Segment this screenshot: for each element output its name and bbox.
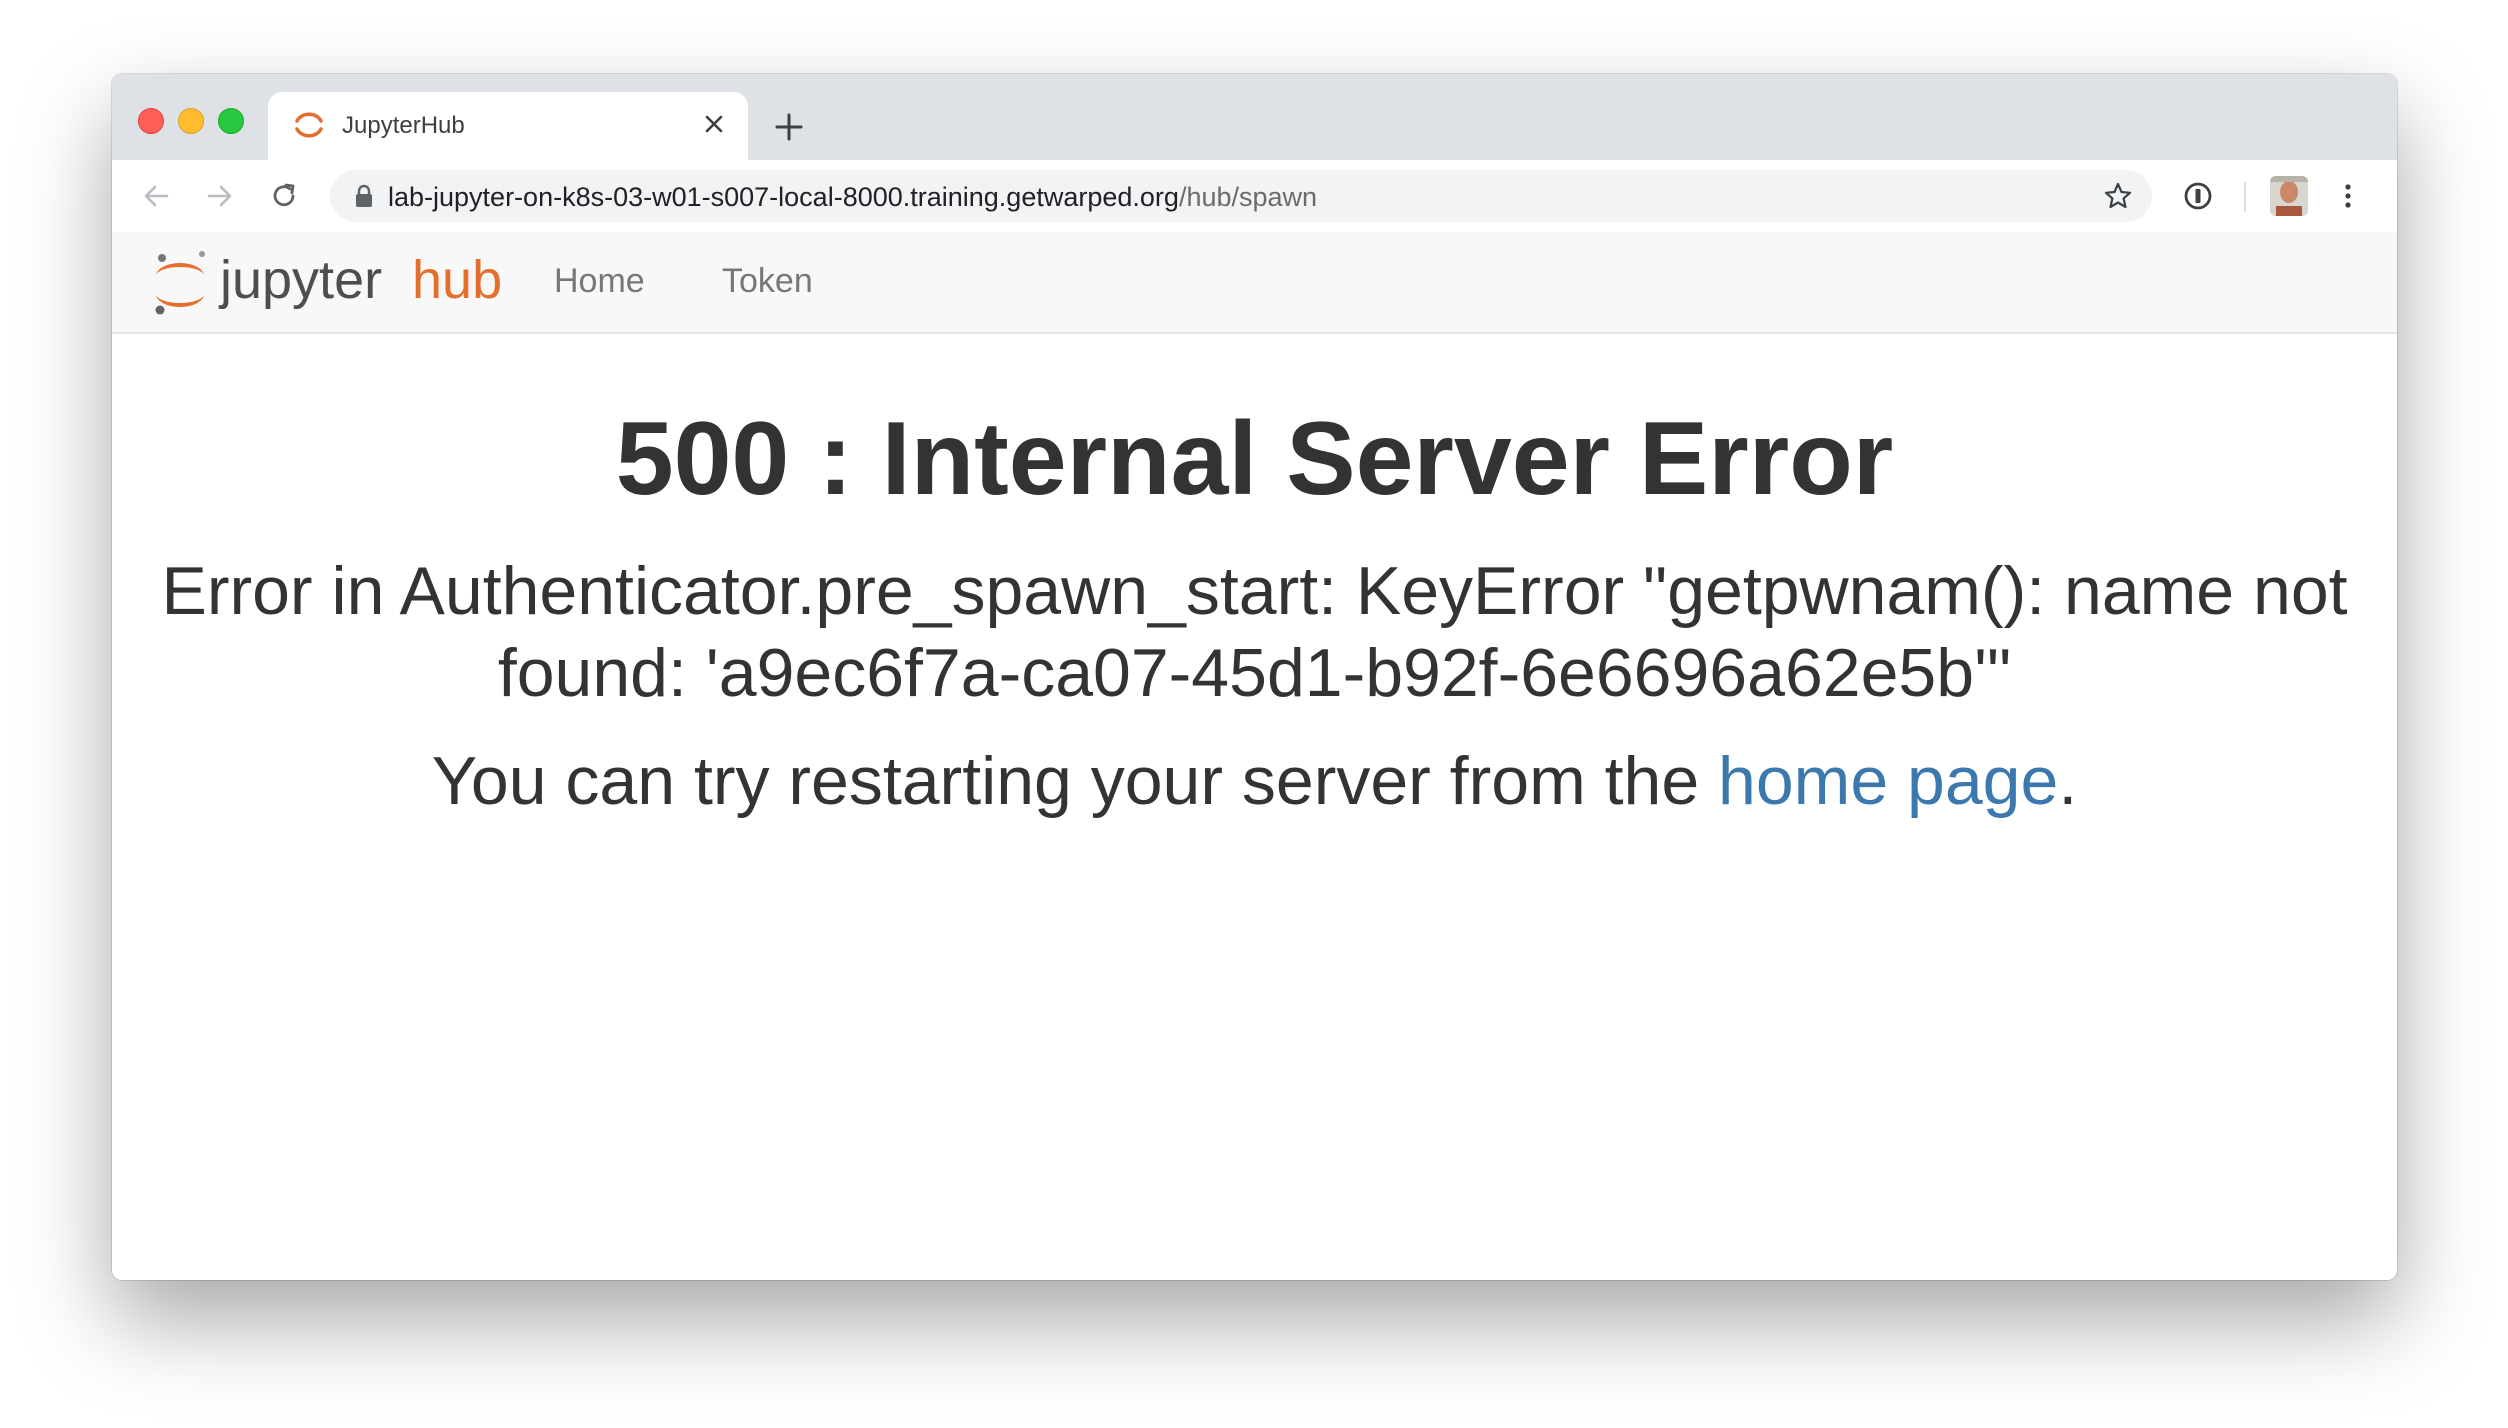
more-vertical-icon[interactable] xyxy=(2330,178,2366,214)
jupyter-logo-icon: jupyter hub xyxy=(155,250,502,315)
toolbar-divider xyxy=(2244,182,2246,212)
jupyterhub-navbar: jupyter hub Home Token xyxy=(112,232,2397,334)
close-window-button[interactable] xyxy=(138,108,164,134)
tab-title: JupyterHub xyxy=(342,112,465,139)
nav-link-home[interactable]: Home xyxy=(554,262,645,301)
tab-strip: JupyterHub xyxy=(112,74,2397,160)
jupyter-favicon-icon xyxy=(295,112,323,138)
error-hint-suffix: . xyxy=(2058,742,2078,819)
error-hint: You can try restarting your server from … xyxy=(112,740,2397,822)
address-bar[interactable]: lab-jupyter-on-k8s-03-w01-s007-local-800… xyxy=(330,170,2152,222)
star-icon[interactable] xyxy=(2102,180,2134,212)
jupyterhub-logo[interactable]: jupyter hub xyxy=(150,248,510,320)
home-page-link[interactable]: home page xyxy=(1718,743,2058,819)
url-host: lab-jupyter-on-k8s-03-w01-s007-local-800… xyxy=(388,182,1179,212)
profile-photo-icon xyxy=(2270,176,2308,216)
password-manager-icon[interactable] xyxy=(2180,178,2216,214)
url-path: /hub/spawn xyxy=(1178,182,1318,212)
tab-jupyterhub[interactable]: JupyterHub xyxy=(268,92,748,160)
nav-link-token[interactable]: Token xyxy=(722,262,813,301)
error-title: 500 : Internal Server Error xyxy=(615,401,1894,517)
browser-window: JupyterHub lab-jupyter-on-k8s-03-w01-s00… xyxy=(112,74,2397,1280)
browser-toolbar: lab-jupyter-on-k8s-03-w01-s007-local-800… xyxy=(112,160,2397,234)
page-content: jupyter hub Home Token 500 : Internal Se… xyxy=(112,232,2397,1280)
error-hint-prefix: You can try restarting your server from … xyxy=(431,742,1719,819)
lock-icon xyxy=(356,184,372,207)
arrow-right-icon[interactable] xyxy=(202,178,238,214)
avatar[interactable] xyxy=(2270,176,2308,216)
logo-text-hub: hub xyxy=(412,250,502,310)
plus-icon[interactable] xyxy=(772,110,806,144)
url-text[interactable]: lab-jupyter-on-k8s-03-w01-s007-local-800… xyxy=(388,182,1317,213)
error-message: Error in Authenticator.pre_spawn_start: … xyxy=(161,552,2348,711)
reload-icon[interactable] xyxy=(266,178,302,214)
close-icon[interactable] xyxy=(698,108,730,140)
logo-text-jupyter: jupyter xyxy=(218,250,382,310)
zoom-window-button[interactable] xyxy=(218,108,244,134)
error-container: 500 : Internal Server Error Error in Aut… xyxy=(112,332,2397,822)
minimize-window-button[interactable] xyxy=(178,108,204,134)
arrow-left-icon[interactable] xyxy=(138,178,174,214)
